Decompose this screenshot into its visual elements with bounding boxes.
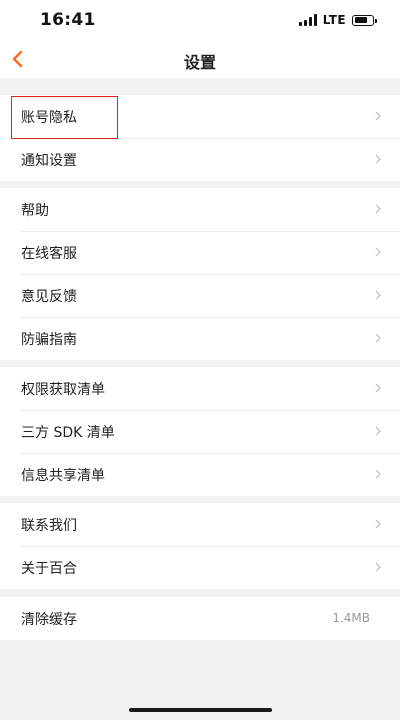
- chevron-right-icon: [375, 204, 381, 214]
- settings-item-label: 防骗指南: [21, 332, 77, 348]
- settings-item-info-sharing-list[interactable]: 信息共享清单: [0, 453, 400, 496]
- settings-group-cache: 清除缓存 1.4MB: [0, 597, 400, 640]
- chevron-right-icon: [375, 247, 381, 257]
- chevron-right-icon: [375, 290, 381, 300]
- chevron-right-icon: [375, 333, 381, 343]
- settings-item-clear-cache[interactable]: 清除缓存 1.4MB: [0, 597, 400, 640]
- settings-item-label: 三方 SDK 清单: [21, 425, 115, 441]
- chevron-right-icon: [375, 469, 381, 479]
- settings-item-label: 权限获取清单: [21, 382, 105, 398]
- settings-item-notifications[interactable]: 通知设置: [0, 138, 400, 181]
- settings-item-permission-list[interactable]: 权限获取清单: [0, 367, 400, 410]
- settings-item-label: 帮助: [21, 203, 49, 219]
- chevron-right-icon: [375, 519, 381, 529]
- chevron-right-icon: [375, 111, 381, 121]
- settings-item-third-party-sdk-list[interactable]: 三方 SDK 清单: [0, 410, 400, 453]
- chevron-right-icon: [375, 154, 381, 164]
- settings-group-help: 帮助 在线客服 意见反馈 防骗指南: [0, 188, 400, 360]
- settings-item-contact-us[interactable]: 联系我们: [0, 503, 400, 546]
- home-indicator[interactable]: [129, 708, 272, 712]
- settings-item-about[interactable]: 关于百合: [0, 546, 400, 589]
- settings-item-account-privacy[interactable]: 账号隐私: [0, 95, 400, 138]
- settings-item-anti-fraud-guide[interactable]: 防骗指南: [0, 317, 400, 360]
- battery-icon: [352, 14, 377, 26]
- settings-item-label: 关于百合: [21, 561, 77, 577]
- settings-item-label: 在线客服: [21, 246, 77, 262]
- chevron-right-icon: [375, 383, 381, 393]
- settings-group-account: 账号隐私 通知设置: [0, 95, 400, 181]
- settings-item-online-support[interactable]: 在线客服: [0, 231, 400, 274]
- settings-item-label: 意见反馈: [21, 289, 77, 305]
- cache-size: 1.4MB: [332, 611, 370, 625]
- settings-screen: 16:41 LTE 设置 账号隐私 通知设置 帮助 在线客服 意见反馈 防骗指南…: [0, 0, 400, 720]
- settings-group-about: 联系我们 关于百合: [0, 503, 400, 589]
- network-type: LTE: [322, 13, 346, 27]
- chevron-right-icon: [375, 426, 381, 436]
- settings-item-feedback[interactable]: 意见反馈: [0, 274, 400, 317]
- status-bar: 16:41 LTE: [0, 0, 400, 40]
- signal-icon: [298, 14, 317, 26]
- settings-item-help[interactable]: 帮助: [0, 188, 400, 231]
- settings-item-label: 联系我们: [21, 518, 77, 534]
- status-indicators: LTE: [298, 12, 377, 28]
- status-time: 16:41: [40, 10, 96, 30]
- page-title: 设置: [183, 53, 216, 72]
- settings-item-label: 信息共享清单: [21, 468, 105, 484]
- battery-level: [354, 17, 368, 23]
- nav-header: 设置: [0, 40, 400, 78]
- settings-item-label: 清除缓存: [21, 612, 77, 628]
- settings-item-label: 账号隐私: [21, 110, 77, 126]
- settings-group-lists: 权限获取清单 三方 SDK 清单 信息共享清单: [0, 367, 400, 496]
- chevron-right-icon: [375, 562, 381, 572]
- settings-item-label: 通知设置: [21, 153, 77, 169]
